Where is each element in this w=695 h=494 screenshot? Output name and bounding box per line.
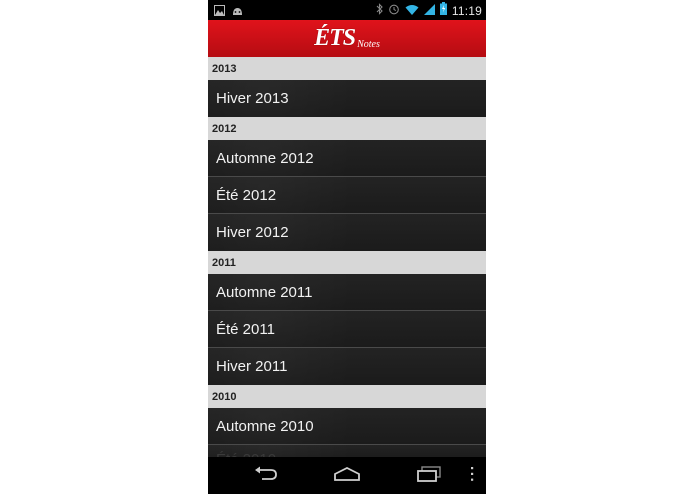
section-header-2011: 2011 xyxy=(208,251,486,274)
section-header-2010: 2010 xyxy=(208,385,486,408)
list-item-hiver-2013[interactable]: Hiver 2013 xyxy=(208,80,486,117)
android-notification-icon xyxy=(231,3,244,21)
list-item-automne-2012[interactable]: Automne 2012 xyxy=(208,140,486,177)
alarm-icon xyxy=(388,2,400,20)
list-item-automne-2010[interactable]: Automne 2010 xyxy=(208,408,486,445)
signal-icon xyxy=(423,2,435,20)
bluetooth-icon xyxy=(376,2,383,20)
back-button[interactable] xyxy=(246,465,286,487)
image-notification-icon xyxy=(214,3,225,21)
logo-text: ÉTS xyxy=(314,25,356,51)
menu-icon xyxy=(470,466,474,486)
status-bar: 11:19 xyxy=(208,0,486,20)
recent-apps-button[interactable] xyxy=(409,465,449,487)
app-logo: ÉTS Notes xyxy=(208,20,486,57)
status-time: 11:19 xyxy=(451,4,482,18)
list-item-hiver-2011[interactable]: Hiver 2011 xyxy=(208,348,486,385)
session-list: 2013 Hiver 2013 2012 Automne 2012 Été 20… xyxy=(208,57,486,461)
wifi-icon xyxy=(405,2,419,20)
list-item-ete-2011[interactable]: Été 2011 xyxy=(208,311,486,348)
back-icon xyxy=(253,466,279,487)
navigation-bar xyxy=(208,457,486,494)
logo-subtitle: Notes xyxy=(357,39,380,50)
recent-apps-icon xyxy=(416,465,442,487)
section-header-2012: 2012 xyxy=(208,117,486,140)
home-button[interactable] xyxy=(327,465,367,487)
list-item-automne-2011[interactable]: Automne 2011 xyxy=(208,274,486,311)
overflow-menu-button[interactable] xyxy=(452,465,486,487)
list-item-hiver-2012[interactable]: Hiver 2012 xyxy=(208,214,486,251)
app-header: ÉTS Notes xyxy=(208,20,486,57)
home-icon xyxy=(333,466,361,486)
phone-screen: 11:19 ÉTS Notes 2013 Hiver 2013 2012 Aut… xyxy=(208,0,486,494)
list-item-ete-2012[interactable]: Été 2012 xyxy=(208,177,486,214)
section-header-2013: 2013 xyxy=(208,57,486,80)
battery-icon xyxy=(439,2,447,20)
